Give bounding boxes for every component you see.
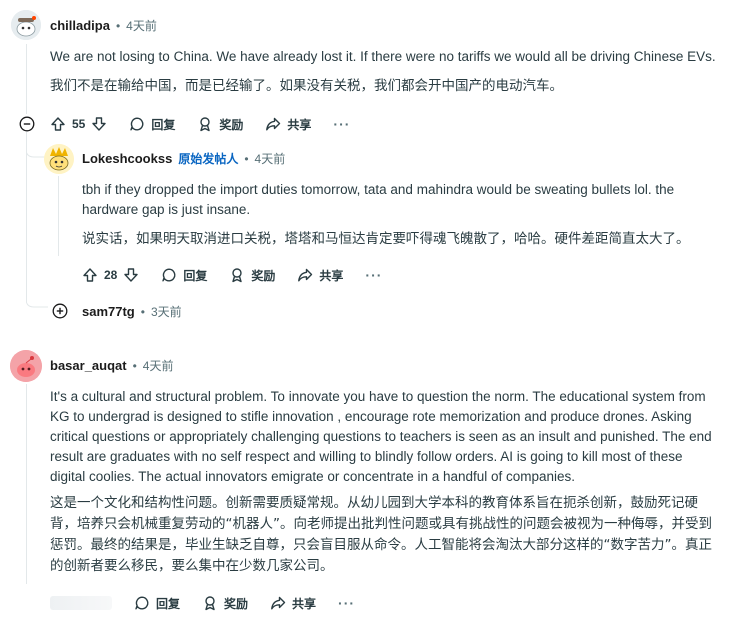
comment-action-bar: 回复 奖励 共享 ··· [50,593,355,613]
meta-separator: • [115,18,121,33]
comment-text-zh: 说实话，如果明天取消进口关税，塔塔和马恒达肯定要吓得魂飞魄散了，哈哈。硬件差距简… [82,231,690,247]
downvote-icon[interactable] [123,267,139,283]
upvote-icon[interactable] [50,116,66,132]
share-icon [266,117,281,131]
comment-text-line: It's a cultural and structural problem. … [50,389,706,404]
reply-button[interactable]: 回复 [129,116,175,133]
comment-author[interactable]: basar_auqat [50,358,127,373]
award-button[interactable]: 奖励 [202,595,248,612]
comment-action-bar: 28 回复 奖励 共享 ··· [82,265,382,285]
reply-button[interactable]: 回复 [134,595,180,612]
avatar[interactable] [10,350,42,382]
share-button[interactable]: 共享 [265,116,311,133]
comment-timestamp[interactable]: 4天前 [255,150,286,167]
comment-author[interactable]: sam77tg [82,304,135,319]
avatar-snoo-icon [44,144,74,174]
award-label: 奖励 [219,117,244,132]
comment-text-line: 这是一个文化和结构性问题。创新需要质疑常规。从幼儿园到大学本科的教育体系旨在扼杀… [50,495,698,511]
share-label: 共享 [287,117,312,132]
comment-timestamp[interactable]: 4天前 [143,357,174,374]
vote-area-obscured [50,596,112,610]
reply-icon [162,268,176,282]
expand-icon [52,303,67,318]
comment-timestamp[interactable]: 4天前 [126,17,157,34]
meta-separator: • [140,304,145,319]
vote-count: 55 [72,117,86,131]
comment-text-line: critical questions or appropriately chal… [50,429,712,444]
avatar[interactable] [44,144,74,174]
share-label: 共享 [319,268,344,283]
award-icon [232,268,243,283]
comment-author[interactable]: Lokeshcookss [82,151,172,166]
downvote-icon[interactable] [91,116,107,132]
expand-button[interactable] [51,302,68,319]
collapse-button[interactable] [18,115,35,132]
reply-label: 回复 [156,596,181,611]
more-options-button[interactable]: ··· [365,267,382,283]
comment-text-zh: 这是一个文化和结构性问题。创新需要质疑常规。从幼儿园到大学本科的教育体系旨在扼杀… [50,493,745,577]
thread-line-c1 [26,44,27,114]
upvote-icon[interactable] [82,267,98,283]
reply-label: 回复 [151,117,176,132]
award-icon [200,117,211,132]
thread-line-c4 [26,384,27,584]
share-button[interactable]: 共享 [297,267,343,284]
meta-separator: • [132,358,137,373]
avatar-snoo-icon [10,350,42,382]
comment-text-en: We are not losing to China. We have alre… [50,49,716,64]
comment-text-en: tbh if they dropped the import duties to… [82,180,742,220]
comment-text-line: 的创新者要么移民，要么集中在少数几家公司。 [50,558,334,574]
more-options-button[interactable]: ··· [333,116,350,132]
comment-text-en: It's a cultural and structural problem. … [50,387,745,487]
reply-button[interactable]: 回复 [161,267,207,284]
comment-text-line: KG to undergrad is designed to stifle in… [50,409,692,424]
comment-text-line: hardware gap is just insane. [82,202,251,217]
comment-timestamp[interactable]: 3天前 [151,303,182,320]
avatar-snoo-icon [11,10,41,40]
op-badge: 原始发帖人 [178,152,239,166]
comment-text-line: 背，培养只会机械重复劳动的“机器人”。向老师提出批判性问题或具有挑战性的问题会被… [50,516,712,532]
reply-icon [130,117,144,131]
comment-text-line: digital coolies. The actual innovators e… [50,469,576,484]
comment-text-line: result are graduates with no self respec… [50,449,683,464]
meta-separator: • [244,151,249,166]
reply-icon [135,596,149,610]
share-icon [298,268,313,282]
award-label: 奖励 [251,268,276,283]
share-button[interactable]: 共享 [270,595,316,612]
reply-label: 回复 [183,268,208,283]
more-options-button[interactable]: ··· [338,595,355,611]
comment-text-zh: 我们不是在输给中国，而是已经输了。如果没有关税，我们都会开中国产的电动汽车。 [50,78,563,94]
vote-count: 28 [104,268,118,282]
award-label: 奖励 [224,596,249,611]
comment-text-line: 惩罚。最终的结果是，毕业生缺乏自尊，只会盲目服从命令。人工智能将会淘汰大部分这样… [50,537,712,553]
comment-text-line: tbh if they dropped the import duties to… [82,182,675,197]
award-button[interactable]: 奖励 [229,267,275,284]
collapse-icon [19,116,34,131]
avatar[interactable] [11,10,41,40]
share-icon [271,596,286,610]
comment-action-bar: 55 回复 奖励 共享 ··· [50,114,350,134]
share-label: 共享 [292,596,317,611]
comment-author[interactable]: chilladipa [50,18,110,33]
thread-line-c2 [58,176,59,256]
thread-connector-c3 [26,285,48,308]
award-icon [205,596,215,611]
award-button[interactable]: 奖励 [197,116,243,133]
